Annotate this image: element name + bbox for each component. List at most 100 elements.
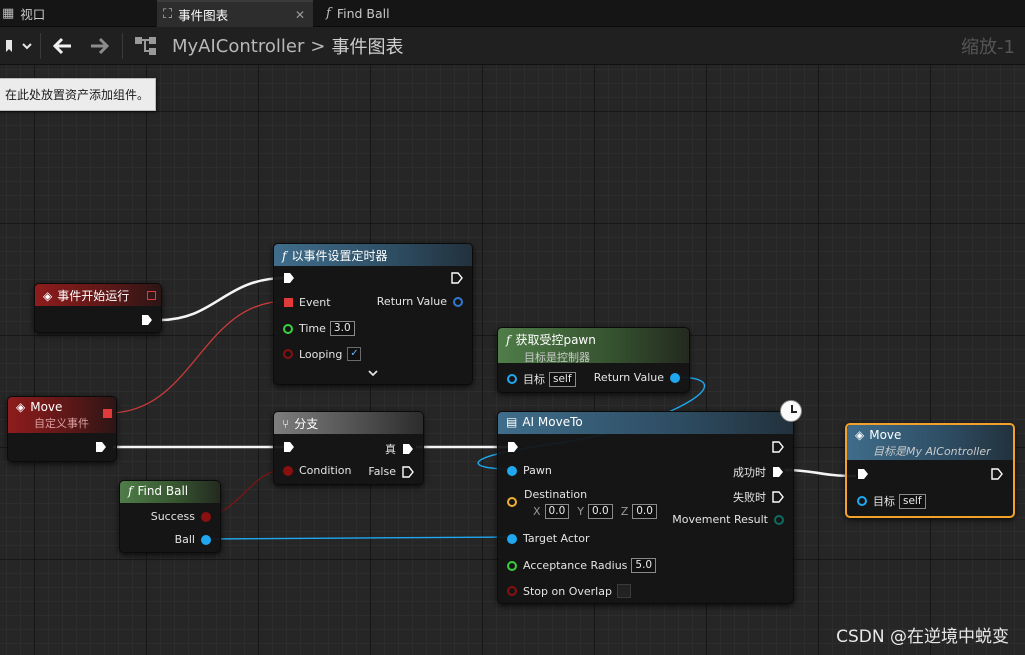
node-title: Move: [869, 428, 902, 442]
delegate-pin-icon: [284, 298, 293, 307]
false-exec-pin[interactable]: False: [368, 465, 414, 478]
pin-label: Acceptance Radius: [523, 559, 628, 572]
exec-pin-icon: [284, 273, 294, 283]
graph-icon: ⛶: [163, 7, 173, 22]
condition-pin[interactable]: Condition: [283, 464, 352, 477]
exec-in-pin[interactable]: [283, 441, 295, 453]
target-value-input[interactable]: self: [899, 493, 926, 509]
target-value-input[interactable]: self: [549, 371, 576, 387]
exec-pin-icon: [96, 442, 106, 452]
event-graph-canvas[interactable]: 在此处放置资产添加组件。 ◈ 事件开始运行 f 以事件设置定时器 Event Ret…: [0, 65, 1025, 655]
watermark: CSDN @在逆境中蜕变: [836, 627, 1009, 647]
close-icon[interactable]: ✕: [295, 8, 305, 22]
pin-label: Movement Result: [672, 513, 768, 526]
exec-pin-icon: [403, 444, 413, 454]
exec-pin-icon: [508, 442, 518, 452]
stop-on-overlap-pin[interactable]: Stop on Overlap: [507, 584, 631, 598]
branch-node[interactable]: ⑂ 分支 真 Condition False: [273, 411, 424, 485]
delegate-pin-icon[interactable]: [103, 409, 112, 418]
target-actor-pin[interactable]: Target Actor: [507, 532, 589, 545]
pin-label: Event: [299, 296, 331, 309]
ball-pin[interactable]: Ball: [175, 533, 211, 546]
node-title: 以事件设置定时器: [291, 249, 388, 263]
tab-event-graph[interactable]: ⛶ 事件图表 ✕: [157, 0, 313, 27]
find-ball-node[interactable]: f Find Ball Success Ball: [119, 480, 221, 553]
event-icon: ◈: [16, 400, 26, 414]
breadcrumb-separator: >: [310, 35, 326, 57]
exec-in-pin[interactable]: [507, 441, 519, 453]
on-fail-pin[interactable]: 失败时: [733, 489, 784, 505]
event-icon: ◈: [855, 428, 865, 442]
advanced-toggle-button[interactable]: [367, 368, 379, 378]
set-timer-by-event-node[interactable]: f 以事件设置定时器 Event Return Value Time 3.0 Lo…: [273, 243, 473, 385]
event-begin-play-node[interactable]: ◈ 事件开始运行: [34, 283, 162, 333]
exec-out-pin[interactable]: [95, 441, 107, 453]
pin-icon: [670, 372, 680, 383]
pin-icon: [774, 514, 784, 525]
looping-checkbox[interactable]: ✓: [347, 347, 362, 361]
pin-icon: [857, 496, 867, 506]
pin-icon: [453, 296, 463, 307]
get-controlled-pawn-node[interactable]: f 获取受控pawn 目标是控制器 目标 self Return Value: [497, 327, 690, 393]
return-value-pin[interactable]: Return Value: [594, 371, 680, 384]
exec-pin-icon: [284, 442, 294, 452]
pin-label: Target Actor: [523, 532, 590, 545]
x-label: X: [533, 505, 541, 518]
breadcrumb-root[interactable]: MyAIController: [172, 36, 304, 57]
acceptance-radius-pin[interactable]: Acceptance Radius 5.0: [507, 558, 657, 573]
arrow-right-icon: [91, 37, 110, 55]
node-title: 事件开始运行: [57, 289, 130, 303]
exec-out-pin[interactable]: [772, 441, 784, 453]
node-title: 分支: [294, 417, 319, 431]
node-title: 获取受控pawn: [515, 333, 596, 347]
destination-pin[interactable]: [507, 497, 517, 507]
pin-icon: [283, 349, 293, 359]
exec-in-pin[interactable]: [283, 272, 295, 284]
pawn-pin[interactable]: Pawn: [507, 464, 552, 477]
tab-viewport[interactable]: ▦ 视口: [0, 0, 150, 27]
x-value-input[interactable]: 0.0: [544, 504, 570, 519]
exec-pin-icon: [402, 465, 414, 478]
back-button[interactable]: [46, 33, 78, 59]
bookmark-dropdown-button[interactable]: [0, 33, 36, 59]
true-exec-pin[interactable]: 真: [385, 441, 414, 457]
tab-label: 事件图表: [178, 8, 229, 23]
movement-result-pin[interactable]: Movement Result: [672, 513, 784, 526]
stop-on-overlap-checkbox[interactable]: [616, 584, 631, 598]
pin-label: 目标: [523, 373, 545, 386]
ai-moveto-node[interactable]: ▤ AI MoveTo Pawn 成功时 Destination X 0.0 Y …: [497, 411, 794, 604]
pin-label: 成功时: [733, 466, 766, 479]
pin-icon: [201, 534, 211, 545]
exec-in-pin[interactable]: [857, 468, 869, 480]
move-call-node[interactable]: ◈ Move 目标是My AIController 目标 self: [845, 423, 1015, 518]
exec-out-pin[interactable]: [141, 314, 153, 326]
exec-pin-icon: [451, 272, 463, 284]
looping-pin[interactable]: Looping ✓: [283, 347, 362, 361]
separator: [122, 33, 123, 59]
y-value-input[interactable]: 0.0: [587, 504, 613, 519]
acceptance-value-input[interactable]: 5.0: [631, 558, 657, 573]
exec-out-pin[interactable]: [451, 272, 463, 284]
node-header: f Find Ball: [120, 481, 220, 503]
on-success-pin[interactable]: 成功时: [733, 464, 784, 480]
exec-out-pin[interactable]: [991, 468, 1003, 480]
target-pin[interactable]: 目标 self: [507, 371, 576, 387]
target-pin[interactable]: 目标 self: [857, 493, 926, 509]
z-value-input[interactable]: 0.0: [632, 504, 657, 519]
return-value-pin[interactable]: Return Value: [377, 295, 463, 308]
event-pin[interactable]: Event: [284, 296, 331, 309]
pin-label: Return Value: [593, 371, 664, 384]
z-label: Z: [620, 505, 629, 518]
delegate-pin-icon[interactable]: [147, 291, 156, 300]
success-pin[interactable]: Success: [151, 510, 211, 523]
pin-label: False: [368, 465, 396, 478]
pin-icon: [201, 511, 211, 522]
exec-pin-icon: [142, 315, 152, 325]
node-subtitle: 自定义事件: [34, 417, 89, 430]
time-pin[interactable]: Time 3.0: [283, 321, 355, 336]
pin-label: Pawn: [523, 464, 552, 477]
forward-button[interactable]: [84, 33, 116, 59]
tab-find-ball[interactable]: f Find Ball: [322, 0, 472, 27]
move-custom-event-node[interactable]: ◈ Move 自定义事件: [7, 396, 117, 462]
time-value-input[interactable]: 3.0: [329, 321, 355, 336]
